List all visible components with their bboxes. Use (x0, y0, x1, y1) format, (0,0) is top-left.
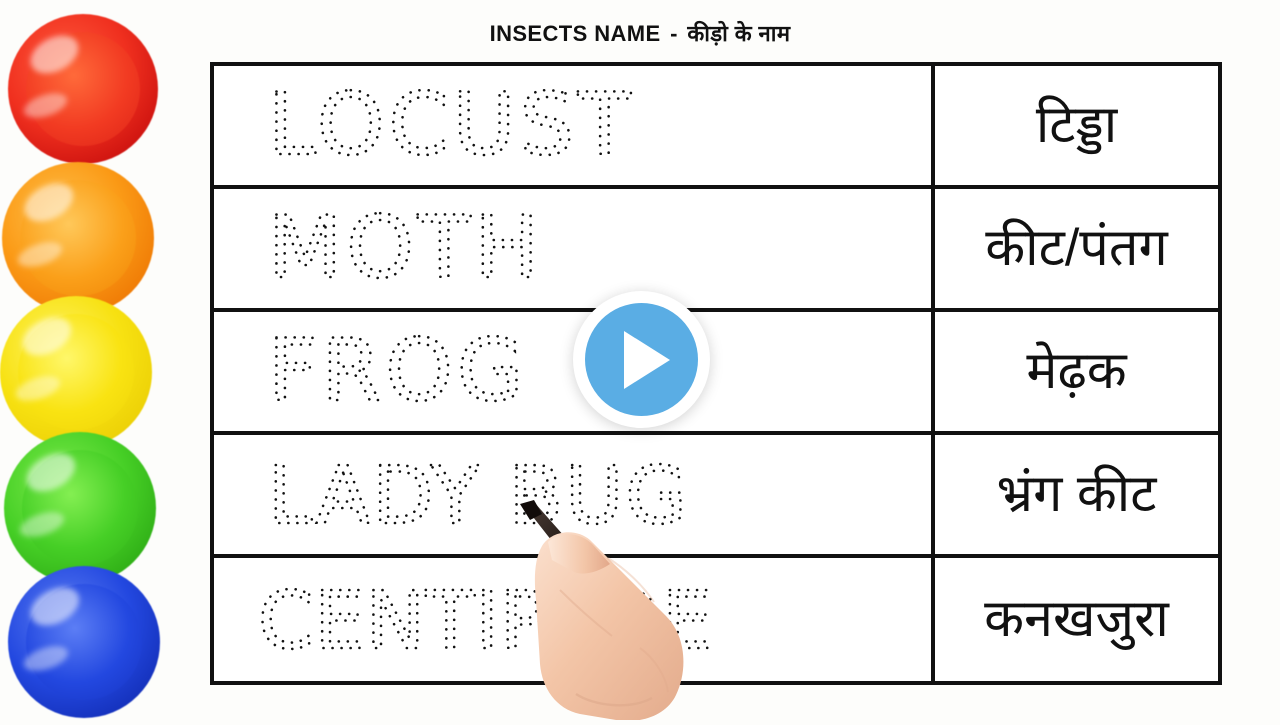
orange-paint-pot (2, 162, 154, 314)
table-row: LADY BUG भ्रंग कीट (214, 435, 1218, 558)
table-row: MOTH कीट/पंतग (214, 189, 1218, 312)
table-row: FROG मेढ़क (214, 312, 1218, 435)
tracing-word-locust: LOCUST (267, 73, 635, 176)
hindi-word-centipede: कनखजुरा (984, 590, 1169, 649)
play-button-circle (585, 303, 698, 416)
tracing-word-cell: LADY BUG (214, 435, 935, 554)
green-paint-pot (4, 432, 156, 584)
table-row: CENTIPEDE कनखजुरा (214, 558, 1218, 681)
tracing-word-centipede-text: CENTIPEDE (258, 573, 713, 666)
tracing-word-cell: MOTH (214, 189, 935, 308)
hindi-word-moth: कीट/पंतग (985, 219, 1168, 278)
tracing-word-lady-bug: LADY BUG (267, 447, 689, 543)
page-title-hindi: कीड़ो के नाम (687, 21, 791, 46)
tracing-word-moth-text: MOTH (268, 198, 543, 298)
hindi-meaning-cell: मेढ़क (935, 312, 1218, 431)
worksheet-table: LOCUST टिड्डा MOTH कीट/पंतग FROG मेढ़क L… (210, 62, 1222, 685)
yellow-paint-pot (0, 296, 152, 448)
hindi-word-locust: टिड्डा (1035, 96, 1118, 155)
play-button[interactable] (573, 291, 710, 428)
hindi-word-frog: मेढ़क (1026, 342, 1127, 401)
paint-pots-strip (0, 0, 200, 720)
tracing-word-lady-bug-text: LADY BUG (268, 448, 689, 541)
tracing-word-cell: CENTIPEDE (214, 558, 935, 681)
hindi-word-lady-bug: भ्रंग कीट (996, 465, 1157, 524)
tracing-word-moth: MOTH (267, 196, 543, 299)
hindi-meaning-cell: टिड्डा (935, 66, 1218, 185)
table-row: LOCUST टिड्डा (214, 66, 1218, 189)
page-title: INSECTS NAME - कीड़ो के नाम (0, 18, 1280, 48)
tracing-word-locust-text: LOCUST (268, 75, 635, 175)
tracing-word-cell: LOCUST (214, 66, 935, 185)
tracing-word-frog-text: FROG (268, 321, 528, 421)
blue-paint-pot (8, 566, 160, 718)
hindi-meaning-cell: कनखजुरा (935, 558, 1218, 681)
hindi-meaning-cell: भ्रंग कीट (935, 435, 1218, 554)
play-triangle-icon (623, 330, 670, 389)
tracing-word-centipede: CENTIPEDE (257, 572, 714, 668)
page-title-separator: - (670, 21, 678, 46)
page-title-english: INSECTS NAME (489, 21, 661, 46)
hindi-meaning-cell: कीट/पंतग (935, 189, 1218, 308)
